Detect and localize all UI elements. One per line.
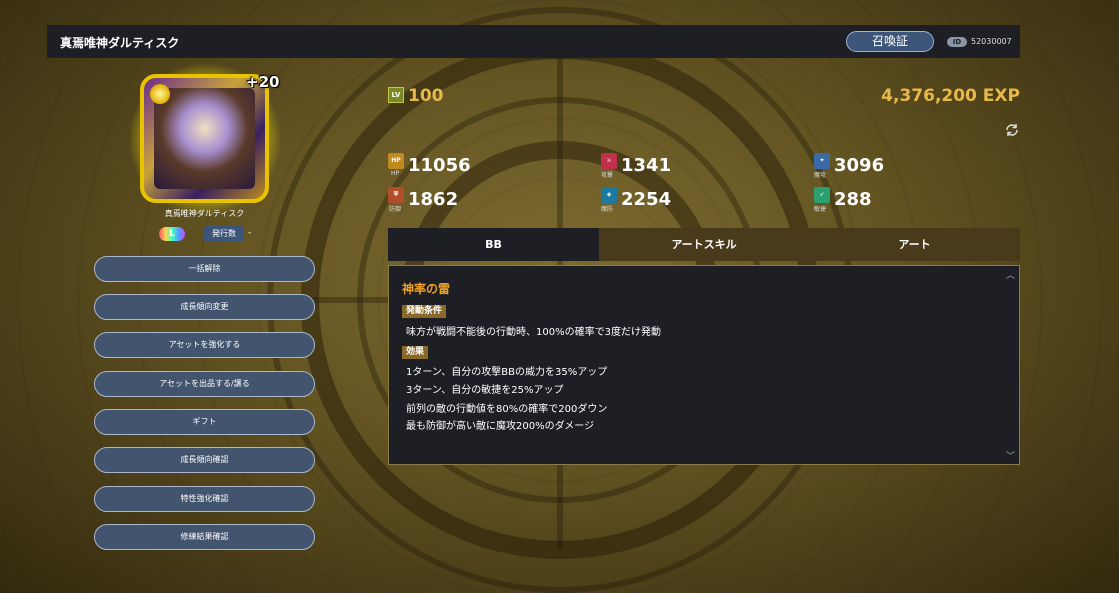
magic-defense-label: 魔防 [601,206,614,213]
bulk-release-button[interactable]: 一括解除 [94,256,315,282]
id-badge: ID [947,37,967,47]
agility-icon: ➶ [814,187,830,203]
character-card-image [140,74,269,203]
effect-line: 最も防御が高い敵に魔攻200%のダメージ [406,421,595,432]
id-value: 52030007 [971,37,1012,46]
check-trait-button[interactable]: 特性強化確認 [94,486,315,512]
hp-icon: HP [388,153,404,169]
attack-icon: ⚔ [601,153,617,169]
scroll-up-icon[interactable]: ︿ [1006,268,1015,281]
level-value: 100 [408,86,444,106]
effect-label: 効果 [402,346,429,359]
condition-label: 発動条件 [402,305,447,318]
check-growth-button[interactable]: 成長傾向確認 [94,447,315,473]
summon-certificate-button[interactable]: 召喚証 [846,31,934,52]
attack-label: 攻撃 [601,172,614,179]
issue-count-value: - [248,228,252,238]
change-growth-button[interactable]: 成長傾向変更 [94,294,315,320]
skill-name: 神率の雷 [402,282,451,296]
skill-detail-panel[interactable]: 神率の雷 発動条件 味方が戦闘不能後の行動時、100%の確率で3度だけ発動 効果… [388,265,1020,465]
magic-defense-icon: ◈ [601,187,617,203]
element-orb-icon [150,84,170,104]
defense-label: 防御 [389,206,402,213]
magic-defense-value: 2254 [621,189,672,210]
skill-tabs: BB アートスキル アート [388,228,1020,261]
attack-value: 1341 [621,155,672,176]
magic-attack-value: 3096 [834,155,885,176]
effect-line: 前列の敵の行動値を80%の確率で200ダウン [406,404,608,415]
exp-value: 4,376,200 EXP [881,86,1020,106]
hp-value: 11056 [408,155,471,176]
defense-icon: ⛨ [388,187,404,203]
plus-level-badge: +20 [246,73,280,91]
rarity-icon: L [159,227,185,241]
issue-count-badge: 発行数 [204,226,244,242]
magic-attack-icon: ✦ [814,153,830,169]
page-title: 真焉唯神ダルティスク [60,36,180,50]
magic-attack-label: 魔攻 [814,172,827,179]
character-portrait [154,88,255,189]
scroll-down-icon[interactable]: ﹀ [1006,449,1015,462]
agility-value: 288 [834,189,872,210]
character-name: 真焉唯神ダルティスク [164,209,245,218]
gift-button[interactable]: ギフト [94,409,315,435]
hp-label: HP [391,170,400,177]
check-training-button[interactable]: 修練結果確認 [94,524,315,550]
enhance-asset-button[interactable]: アセットを強化する [94,332,315,358]
agility-label: 敏捷 [814,206,827,213]
tab-art[interactable]: アート [809,228,1020,261]
level-icon: LV [388,87,404,103]
tab-art-skill[interactable]: アートスキル [599,228,809,261]
effect-line: 3ターン、自分の敏捷を25%アップ [406,385,564,396]
header-bar: 真焉唯神ダルティスク 召喚証 ID 52030007 [47,25,1020,58]
defense-value: 1862 [408,189,459,210]
tab-bb[interactable]: BB [388,228,599,261]
condition-text: 味方が戦闘不能後の行動時、100%の確率で3度だけ発動 [406,327,661,338]
effect-line: 1ターン、自分の攻撃BBの威力を35%アップ [406,367,608,378]
list-asset-button[interactable]: アセットを出品する/譲る [94,371,315,397]
refresh-icon[interactable] [1004,122,1020,138]
